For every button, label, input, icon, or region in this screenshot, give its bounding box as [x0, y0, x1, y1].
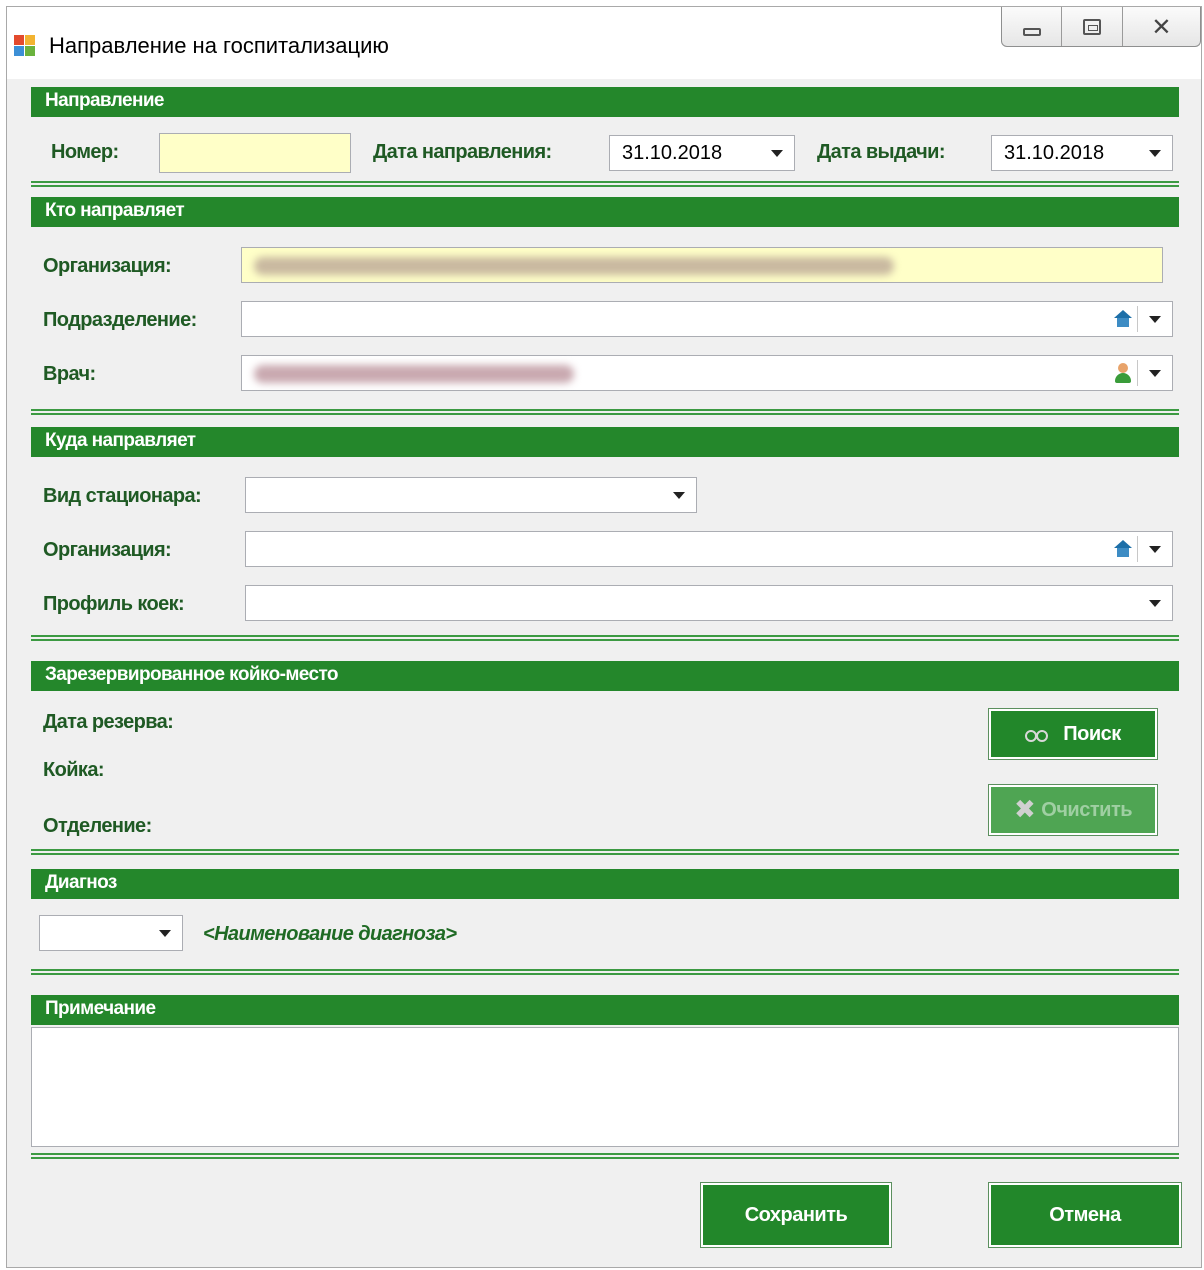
- divider: [31, 635, 1179, 641]
- section-header-who: Кто направляет: [31, 197, 1179, 227]
- target-org-dropdown[interactable]: [1142, 536, 1168, 562]
- direction-date-picker[interactable]: 31.10.2018: [609, 135, 795, 171]
- chevron-down-icon: [1149, 599, 1161, 607]
- chevron-down-icon: [159, 929, 171, 937]
- source-org-field: [241, 247, 1163, 283]
- section-header-where: Куда направляет: [31, 427, 1179, 457]
- person-icon: [1114, 363, 1132, 383]
- chevron-down-icon: [1149, 149, 1161, 157]
- issue-date-label: Дата выдачи:: [817, 141, 946, 163]
- diagnosis-name[interactable]: <Наименование диагноза>: [203, 923, 457, 946]
- target-org-select[interactable]: [245, 531, 1173, 567]
- divider: [31, 181, 1179, 187]
- bed-profile-dropdown[interactable]: [1142, 590, 1168, 616]
- issue-date-dropdown[interactable]: [1142, 140, 1168, 166]
- minimize-icon: [1022, 27, 1041, 36]
- chevron-down-icon: [1149, 369, 1161, 377]
- chevron-down-icon: [1149, 315, 1161, 323]
- number-label: Номер:: [51, 141, 119, 163]
- chevron-down-icon: [771, 149, 783, 157]
- bed-label: Койка:: [43, 759, 105, 781]
- redacted-text: [254, 365, 574, 383]
- divider: [31, 969, 1179, 975]
- dialog-window: Направление на госпитализацию ✕ Направле…: [6, 6, 1202, 1268]
- subdivision-dropdown[interactable]: [1142, 306, 1168, 332]
- subdivision-label: Подразделение:: [43, 309, 197, 331]
- target-org-lookup-button[interactable]: [1108, 536, 1138, 562]
- cancel-button[interactable]: Отмена: [988, 1182, 1182, 1248]
- maximize-button[interactable]: [1062, 7, 1123, 46]
- window-title: Направление на госпитализацию: [49, 33, 389, 58]
- department-label: Отделение:: [43, 815, 152, 837]
- maximize-icon: [1083, 18, 1102, 35]
- window-controls: ✕: [1001, 7, 1201, 47]
- doctor-label: Врач:: [43, 363, 96, 385]
- redacted-text: [254, 257, 894, 275]
- reserve-date-label: Дата резерва:: [43, 711, 174, 733]
- clear-button[interactable]: ✖ Очистить: [988, 784, 1158, 836]
- house-icon: [1113, 310, 1132, 328]
- divider: [31, 849, 1179, 855]
- app-icon: [14, 35, 36, 57]
- title-bar: Направление на госпитализацию ✕: [7, 7, 1201, 79]
- diagnosis-code-dropdown[interactable]: [152, 920, 178, 946]
- bed-profile-select[interactable]: [245, 585, 1173, 621]
- divider: [31, 409, 1179, 415]
- section-header-direction: Направление: [31, 87, 1179, 117]
- search-button[interactable]: Поиск: [988, 708, 1158, 760]
- section-header-reserved: Зарезервированное койко-место: [31, 661, 1179, 691]
- bed-profile-label: Профиль коек:: [43, 593, 185, 615]
- clear-x-icon: ✖: [1013, 795, 1036, 825]
- house-icon: [1113, 540, 1132, 558]
- ward-type-label: Вид стационара:: [43, 485, 202, 507]
- chevron-down-icon: [1149, 545, 1161, 553]
- direction-date-dropdown[interactable]: [764, 140, 790, 166]
- target-org-label: Организация:: [43, 539, 172, 561]
- close-icon: ✕: [1151, 12, 1172, 41]
- ward-type-select[interactable]: [245, 477, 697, 513]
- section-header-notes: Примечание: [31, 995, 1179, 1025]
- ward-type-dropdown[interactable]: [666, 482, 692, 508]
- doctor-dropdown[interactable]: [1142, 360, 1168, 386]
- divider: [31, 1153, 1179, 1159]
- close-button[interactable]: ✕: [1123, 7, 1200, 46]
- source-org-label: Организация:: [43, 255, 172, 277]
- diagnosis-code-select[interactable]: [39, 915, 183, 951]
- notes-textarea[interactable]: [31, 1027, 1179, 1147]
- direction-date-label: Дата направления:: [373, 141, 552, 163]
- section-header-diagnosis: Диагноз: [31, 869, 1179, 899]
- chevron-down-icon: [673, 491, 685, 499]
- doctor-lookup-button[interactable]: [1108, 360, 1138, 386]
- minimize-button[interactable]: [1002, 7, 1063, 46]
- issue-date-picker[interactable]: 31.10.2018: [991, 135, 1173, 171]
- save-button[interactable]: Сохранить: [700, 1182, 892, 1248]
- binoculars-icon: [1025, 728, 1049, 742]
- number-input[interactable]: [159, 133, 351, 173]
- doctor-select[interactable]: [241, 355, 1173, 391]
- subdivision-lookup-button[interactable]: [1108, 306, 1138, 332]
- subdivision-select[interactable]: [241, 301, 1173, 337]
